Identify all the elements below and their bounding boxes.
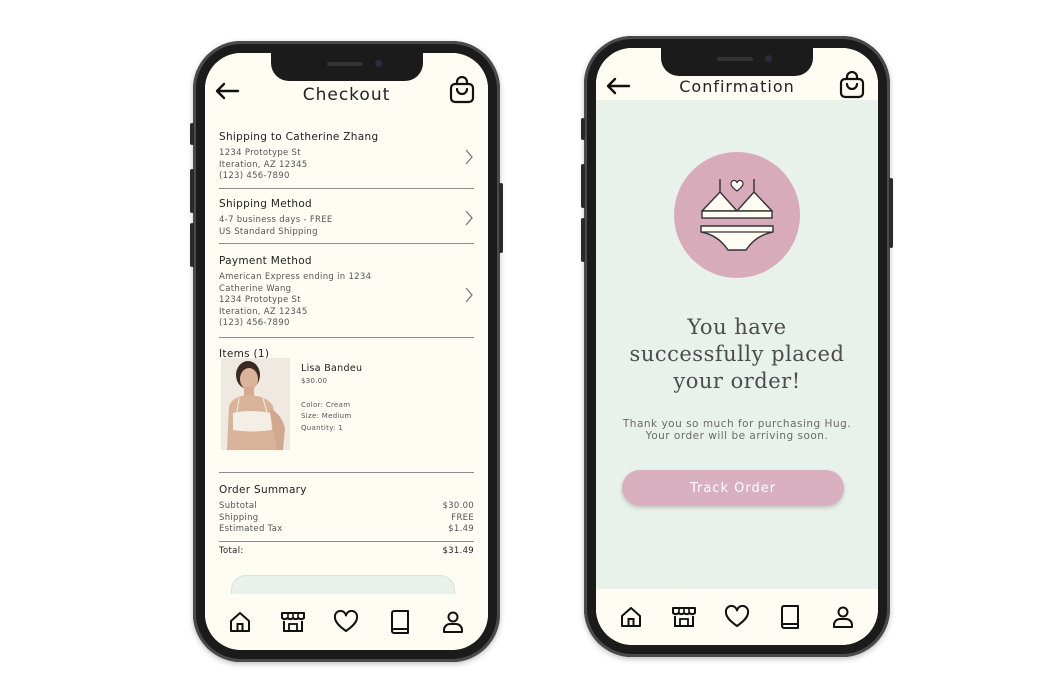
product-price: $30.00 xyxy=(301,377,328,385)
chevron-right-icon xyxy=(465,210,473,226)
shipping-address-section[interactable]: Shipping to Catherine Zhang 1234 Prototy… xyxy=(219,131,474,189)
address-line: 1234 Prototype St xyxy=(219,148,301,158)
payment-line: American Express ending in 1234 xyxy=(219,272,372,282)
tab-store[interactable] xyxy=(668,601,700,633)
heart-icon xyxy=(334,610,359,632)
home-icon xyxy=(620,607,641,627)
cart-button[interactable] xyxy=(448,75,476,105)
product-quantity: Quantity: 1 xyxy=(301,423,344,432)
order-summary-title: Order Summary xyxy=(219,484,307,496)
checkout-phone: Checkout Shipping to Catherine Zhang 123… xyxy=(190,41,503,662)
tab-favorites[interactable] xyxy=(330,606,362,638)
payment-line: Iteration, AZ 12345 xyxy=(219,306,308,317)
summary-row-tax: Estimated Tax $1.49 xyxy=(219,524,474,534)
summary-row-shipping: Shipping FREE xyxy=(219,512,474,523)
heart-icon xyxy=(724,605,749,627)
confirmation-body: You have successfully placed your order!… xyxy=(596,100,878,589)
store-icon xyxy=(671,607,696,627)
divider xyxy=(219,472,474,473)
payment-method-section[interactable]: Payment Method American Express ending i… xyxy=(219,255,474,338)
book-icon xyxy=(390,610,409,634)
notch xyxy=(270,53,423,81)
tab-store[interactable] xyxy=(277,606,309,638)
thank-you-message: Thank you so much for purchasing Hug. Yo… xyxy=(622,418,852,442)
product-details: Lisa Bandeu $30.00 Color: Cream Size: Me… xyxy=(301,363,362,434)
page-title: Checkout xyxy=(302,85,391,105)
payment-method-title: Payment Method xyxy=(219,255,312,267)
method-line: 4-7 business days - FREE xyxy=(219,215,333,225)
method-line: US Standard Shipping xyxy=(219,226,318,237)
payment-line: Catherine Wang xyxy=(219,283,292,294)
notch xyxy=(661,48,813,76)
summary-total: Total: $31.49 xyxy=(219,545,474,556)
product-image[interactable] xyxy=(221,358,290,450)
product-name: Lisa Bandeu xyxy=(301,363,363,374)
tab-catalog[interactable] xyxy=(774,601,806,633)
tab-catalog[interactable] xyxy=(384,606,416,638)
checkout-screen: Checkout Shipping to Catherine Zhang 123… xyxy=(205,53,488,650)
shipping-method-section[interactable]: Shipping Method 4-7 business days - FREE… xyxy=(219,198,474,244)
confirmation-phone: Confirmation You have successfully place… xyxy=(581,36,893,657)
shopping-bag-icon xyxy=(839,71,865,99)
tab-home[interactable] xyxy=(224,606,256,638)
shopping-bag-icon xyxy=(449,76,475,104)
tab-bar xyxy=(205,594,488,650)
payment-line: 1234 Prototype St xyxy=(219,295,301,305)
tab-home[interactable] xyxy=(615,601,647,633)
tab-favorites[interactable] xyxy=(721,601,753,633)
payment-line: (123) 456-7890 xyxy=(219,318,290,328)
tab-profile[interactable] xyxy=(437,606,469,638)
summary-row-subtotal: Subtotal $30.00 xyxy=(219,501,474,511)
success-headline: You have successfully placed your order! xyxy=(629,315,845,393)
profile-icon xyxy=(443,611,464,633)
address-line: Iteration, AZ 12345 xyxy=(219,159,308,170)
shipping-title: Shipping to Catherine Zhang xyxy=(219,131,379,143)
confirmation-screen: Confirmation You have successfully place… xyxy=(596,48,878,645)
product-size: Size: Medium xyxy=(301,412,352,420)
order-summary: Order Summary Subtotal $30.00 Shipping F… xyxy=(219,484,474,557)
chevron-right-icon xyxy=(465,287,473,303)
product-color: Color: Cream xyxy=(301,400,351,409)
track-order-button[interactable]: Track Order xyxy=(622,470,844,506)
profile-icon xyxy=(833,606,854,628)
home-icon xyxy=(229,612,250,632)
chevron-right-icon xyxy=(465,149,473,165)
cart-button[interactable] xyxy=(838,70,866,100)
shipping-method-title: Shipping Method xyxy=(219,198,313,210)
store-icon xyxy=(281,612,306,632)
book-icon xyxy=(781,605,800,629)
model-photo xyxy=(221,358,290,450)
address-line: (123) 456-7890 xyxy=(219,171,290,181)
tab-profile[interactable] xyxy=(827,601,859,633)
page-title: Confirmation xyxy=(679,77,795,96)
tab-bar xyxy=(596,589,878,645)
lingerie-badge xyxy=(674,152,800,278)
lingerie-icon xyxy=(700,179,774,251)
